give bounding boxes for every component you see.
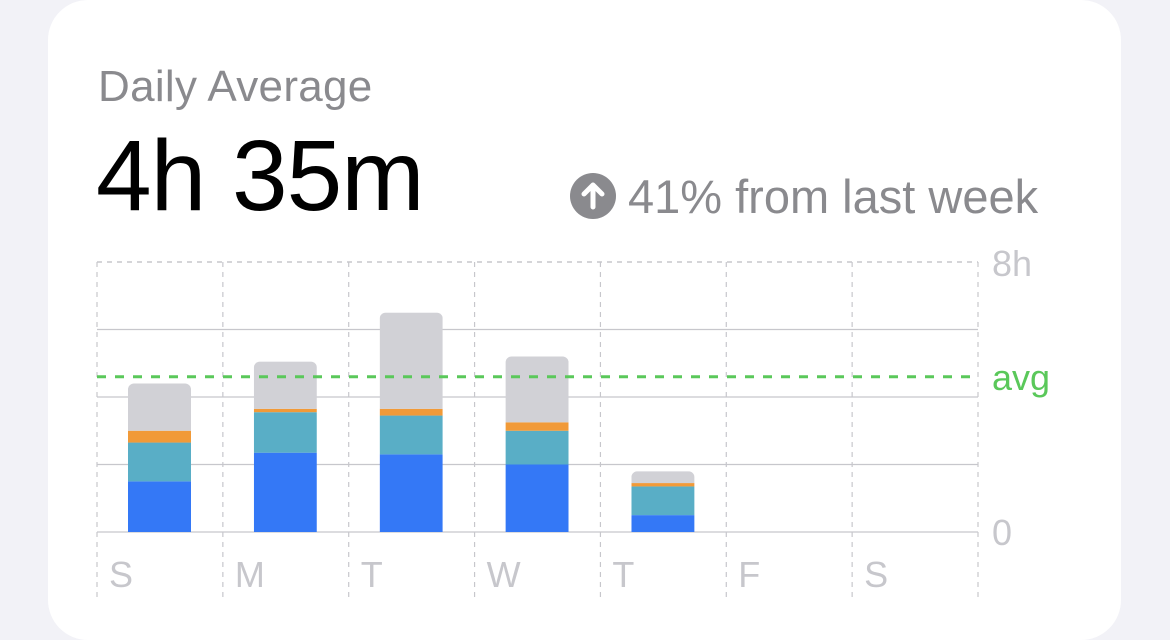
bar-segment <box>505 464 569 532</box>
bar-segment <box>253 452 317 532</box>
usage-chart: avg 8h 0 S M T W T F S <box>96 243 1050 597</box>
average-label: avg <box>992 357 1050 398</box>
bar-day-1 <box>253 361 317 532</box>
x-tick-label: T <box>361 554 383 595</box>
bar-segment <box>631 471 695 484</box>
bar-segment <box>631 486 695 516</box>
x-tick-label: M <box>235 554 265 595</box>
bar-segment <box>505 430 569 465</box>
bar-segment <box>631 483 695 487</box>
bar-segment <box>379 312 443 409</box>
bar-day-3 <box>505 356 569 532</box>
bar-segment <box>379 415 443 455</box>
y-tick-label-max: 8h <box>992 243 1032 284</box>
x-tick-label: W <box>487 554 521 595</box>
bar-day-4 <box>631 471 695 532</box>
bar-segment <box>128 442 191 482</box>
bar-day-0 <box>128 383 191 532</box>
bar-segment <box>128 481 191 532</box>
bar-segment <box>505 356 569 423</box>
bar-segment <box>379 408 443 416</box>
x-tick-label: S <box>864 554 888 595</box>
bar-segment <box>253 408 317 413</box>
y-tick-label-zero: 0 <box>992 512 1012 553</box>
bar-segment <box>379 454 443 532</box>
x-tick-label: S <box>109 554 133 595</box>
bar-segment <box>128 383 191 431</box>
bar-day-2 <box>379 312 443 532</box>
x-tick-label: T <box>612 554 634 595</box>
bar-segment <box>128 430 191 443</box>
bar-segment <box>253 361 317 409</box>
bar-segment <box>253 412 317 453</box>
x-tick-label: F <box>738 554 760 595</box>
bar-segment <box>505 422 569 431</box>
bar-segment <box>631 515 695 532</box>
